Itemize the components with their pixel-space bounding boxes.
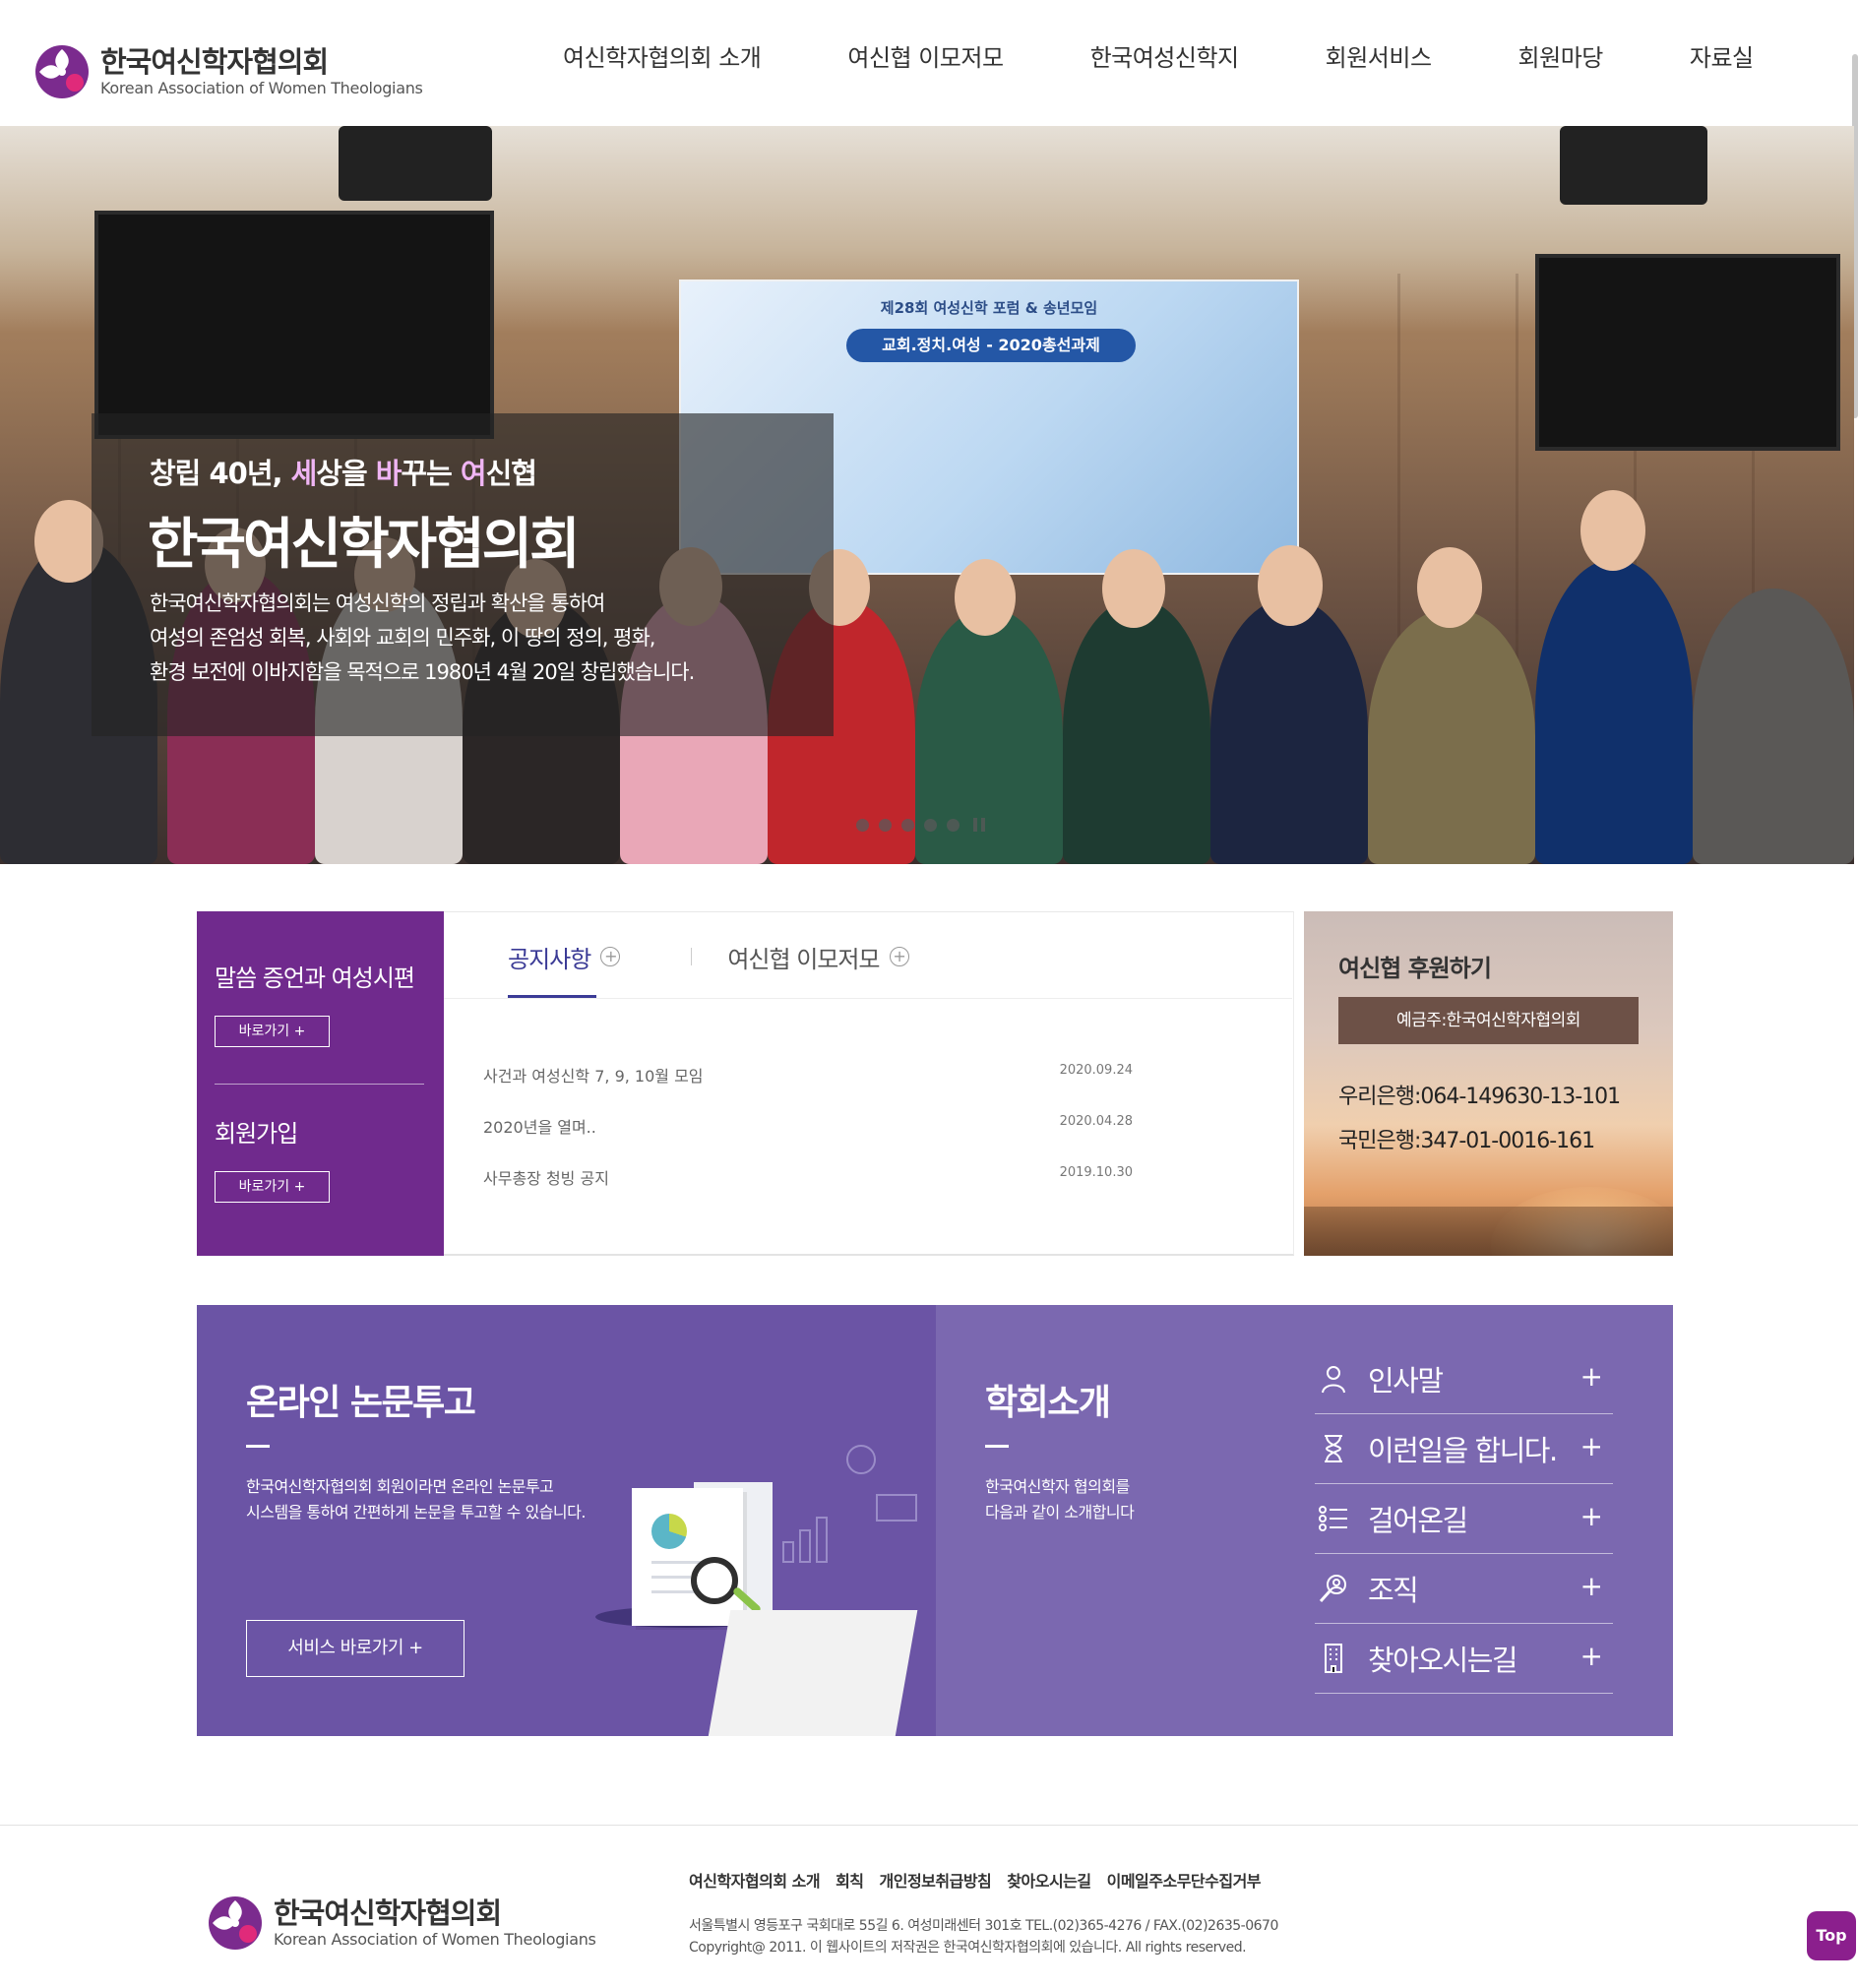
plus-icon[interactable]: + — [1580, 1362, 1603, 1392]
nav-item-archive[interactable]: 자료실 — [1690, 41, 1754, 75]
logo-mark-icon — [33, 43, 91, 100]
slider-dot[interactable] — [879, 818, 892, 832]
nav-item-member-service[interactable]: 회원서비스 — [1326, 41, 1432, 75]
tab-news[interactable]: 여신협 이모저모 + — [727, 940, 909, 973]
person-icon — [1317, 1362, 1350, 1396]
list-item[interactable]: 사무총장 청빙 공지 2019.10.30 — [483, 1165, 1133, 1189]
donation-panel: 여신협 후원하기 예금주:한국여신학자협의회 우리은행:064-149630-1… — [1304, 911, 1673, 1256]
speaker — [1560, 126, 1707, 205]
footer-logo-english-name: Korean Association of Women Theologians — [274, 1930, 596, 1949]
notice-tabs: 공지사항 + 여신협 이모저모 + — [508, 940, 909, 973]
slider-dot[interactable] — [856, 818, 869, 832]
header: 한국여신학자협의회 Korean Association of Women Th… — [0, 0, 1858, 418]
logo-english-name: Korean Association of Women Theologians — [100, 79, 423, 97]
notice-title[interactable]: 2020년을 열며.. — [483, 1114, 596, 1138]
footer-logo-korean-name: 한국여신학자협의회 — [274, 1896, 502, 1930]
notice-date: 2019.10.30 — [1059, 1165, 1133, 1180]
plus-icon[interactable]: + — [1580, 1642, 1603, 1671]
notice-title[interactable]: 사무총장 청빙 공지 — [483, 1165, 609, 1189]
slider-pagination — [856, 818, 985, 832]
account-holder: 예금주:한국여신학자협의회 — [1338, 997, 1639, 1044]
sermon-psalms-title: 말씀 증언과 여성시편 — [215, 964, 415, 992]
footer-link-directions[interactable]: 찾아오시는길 — [1007, 1868, 1091, 1892]
nav-item-member-board[interactable]: 회원마당 — [1518, 41, 1604, 75]
logo-mark-icon — [207, 1895, 264, 1952]
speaker — [339, 126, 492, 201]
footer-copyright: Copyright@ 2011. 이 웹사이트의 저작권은 한국여신학자협의회에… — [689, 1940, 1247, 1956]
plus-icon[interactable]: + — [1580, 1572, 1603, 1601]
logo-korean-name: 한국여신학자협의회 — [100, 45, 329, 79]
nav-item-journal[interactable]: 한국여성신학지 — [1090, 41, 1240, 75]
sermon-psalms-button[interactable]: 바로가기 + — [215, 1016, 330, 1047]
bank-account-woori: 우리은행:064-149630-13-101 — [1338, 1085, 1621, 1109]
plus-circle-icon[interactable]: + — [889, 947, 909, 966]
footer-address: 서울특별시 영등포구 국회대로 55길 6. 여성미래센터 301호 TEL.(… — [689, 1918, 1278, 1934]
quick-links-panel: 말씀 증언과 여성시편 바로가기 + 회원가입 바로가기 + — [197, 911, 444, 1256]
society-menu: 인사말 + 이런일을 합니다. + 걸어온길 + 조직 + 찾아오시는길 + — [1315, 1344, 1613, 1694]
nav-item-news[interactable]: 여신협 이모저모 — [847, 41, 1004, 75]
hero-subtitle: 창립 40년, 세상을 바꾸는 여신협 — [150, 457, 537, 490]
pause-icon[interactable] — [973, 818, 985, 832]
society-item-directions[interactable]: 찾아오시는길 + — [1315, 1624, 1613, 1694]
hourglass-icon — [1317, 1432, 1350, 1465]
footer-links: 여신학자협의회 소개 회칙 개인정보취급방침 찾아오시는길 이메일주소무단수집거… — [689, 1868, 1262, 1892]
service-shortcut-button[interactable]: 서비스 바로가기 + — [246, 1620, 464, 1677]
plus-icon[interactable]: + — [1580, 1502, 1603, 1531]
member-join-title: 회원가입 — [215, 1120, 298, 1148]
nav-item-about[interactable]: 여신학자협의회 소개 — [563, 41, 762, 75]
slider-dot[interactable] — [947, 818, 960, 832]
member-join-button[interactable]: 바로가기 + — [215, 1171, 330, 1203]
footer-link-privacy[interactable]: 개인정보취급방침 — [880, 1868, 992, 1892]
online-submission-section: 온라인 논문투고 한국여신학자협의회 회원이라면 온라인 논문투고 시스템을 통… — [197, 1305, 936, 1736]
scroll-top-button[interactable]: Top — [1807, 1911, 1856, 1960]
list-item[interactable]: 사건과 여성신학 7, 9, 10월 모임 2020.09.24 — [483, 1063, 1133, 1087]
tv-screen — [94, 211, 494, 439]
list-item[interactable]: 2020년을 열며.. 2020.04.28 — [483, 1114, 1133, 1138]
plus-icon[interactable]: + — [1580, 1432, 1603, 1461]
footer-logo[interactable]: 한국여신학자협의회 Korean Association of Women Th… — [207, 1895, 596, 1952]
online-submission-title: 온라인 논문투고 — [246, 1383, 476, 1423]
organization-icon — [1317, 1572, 1350, 1605]
society-item-organization[interactable]: 조직 + — [1315, 1554, 1613, 1624]
tv-screen — [1535, 254, 1840, 451]
site-logo[interactable]: 한국여신학자협의회 Korean Association of Women Th… — [33, 43, 423, 100]
hero-slider: 제28회 여성신학 포럼 & 송년모임 교회.정치.여성 - 2020총선과제 … — [0, 126, 1854, 864]
online-submission-description: 한국여신학자협의회 회원이라면 온라인 논문투고 시스템을 통하여 간편하게 논… — [246, 1477, 586, 1522]
list-icon — [1317, 1502, 1350, 1535]
society-intro-section: 학회소개 한국여신학자 협의회를 다음과 같이 소개합니다 인사말 + 이런일을… — [936, 1305, 1673, 1736]
footer-link-email-policy[interactable]: 이메일주소무단수집거부 — [1107, 1868, 1262, 1892]
notice-title[interactable]: 사건과 여성신학 7, 9, 10월 모임 — [483, 1063, 704, 1087]
slider-dot[interactable] — [924, 818, 937, 832]
society-intro-title: 학회소개 — [985, 1383, 1111, 1423]
society-item-activities[interactable]: 이런일을 합니다. + — [1315, 1414, 1613, 1484]
notice-board: 공지사항 + 여신협 이모저모 + 사건과 여성신학 7, 9, 10월 모임 … — [444, 911, 1294, 1256]
plus-circle-icon[interactable]: + — [600, 947, 621, 966]
donation-title: 여신협 후원하기 — [1338, 955, 1492, 982]
building-icon — [1317, 1642, 1350, 1675]
hero-title: 한국여신학자협의회 — [148, 513, 581, 577]
society-intro-description: 한국여신학자 협의회를 다음과 같이 소개합니다 — [985, 1477, 1135, 1522]
footer-link-bylaws[interactable]: 회칙 — [836, 1868, 864, 1892]
society-item-greeting[interactable]: 인사말 + — [1315, 1344, 1613, 1414]
slider-dot[interactable] — [901, 818, 914, 832]
notice-date: 2020.04.28 — [1059, 1114, 1133, 1129]
footer-link-about[interactable]: 여신학자협의회 소개 — [689, 1868, 821, 1892]
hero-description: 한국여신학자협의회는 여성신학의 정립과 확산을 통하여 여성의 존엄성 회복,… — [150, 591, 695, 684]
society-item-history[interactable]: 걸어온길 + — [1315, 1484, 1613, 1554]
main-navigation: 여신학자협의회 소개 여신협 이모저모 한국여성신학지 회원서비스 회원마당 자… — [563, 41, 1754, 75]
notice-date: 2020.09.24 — [1059, 1063, 1133, 1078]
bank-account-kookmin: 국민은행:347-01-0016-161 — [1338, 1129, 1595, 1153]
tab-notice[interactable]: 공지사항 + — [508, 940, 621, 973]
